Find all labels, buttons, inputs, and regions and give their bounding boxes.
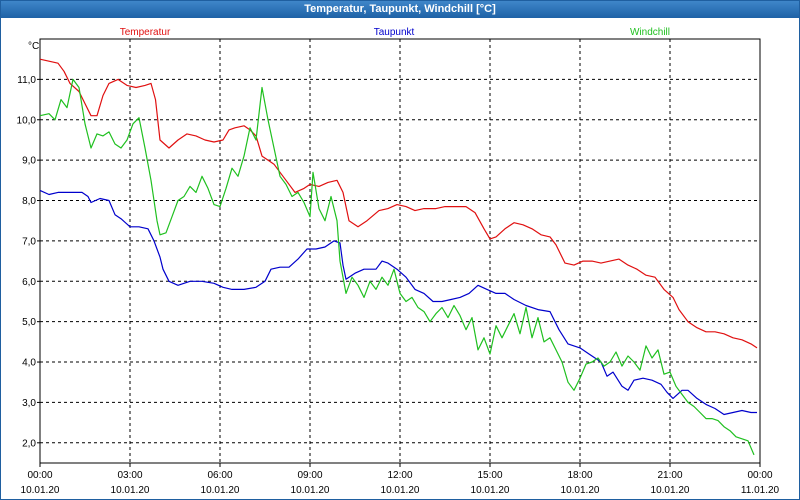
chart-window: Temperatur, Taupunkt, Windchill [°C] 2,0… [0,0,800,500]
y-tick-label: 2,0 [22,438,36,449]
x-tick-time: 06:00 [207,470,232,481]
x-tick-time: 00:00 [747,470,772,481]
x-tick-date: 10.01.20 [201,485,240,496]
x-tick-date: 11.01.20 [741,485,780,496]
x-tick-date: 10.01.20 [21,485,60,496]
x-tick-time: 09:00 [297,470,322,481]
y-tick-label: 3,0 [22,398,36,409]
x-tick-date: 10.01.20 [471,485,510,496]
y-tick-label: 4,0 [22,358,36,369]
legend-temperatur: Temperatur [120,27,171,38]
y-tick-label: 5,0 [22,317,36,328]
x-tick-date: 10.01.20 [381,485,420,496]
y-tick-label: 6,0 [22,277,36,288]
y-tick-label: 11,0 [17,75,36,86]
x-tick-date: 10.01.20 [111,485,150,496]
x-tick-date: 10.01.20 [651,485,690,496]
series-line-temperatur [39,58,758,349]
x-tick-time: 03:00 [117,470,142,481]
series-line-taupunkt [39,189,757,416]
x-tick-time: 18:00 [567,470,592,481]
x-tick-time: 15:00 [477,470,502,481]
y-tick-label: 8,0 [22,196,36,207]
series-line-windchill [39,78,755,456]
y-tick-label: 9,0 [22,156,36,167]
y-tick-label: 7,0 [22,236,36,247]
x-tick-time: 21:00 [657,470,682,481]
legend-taupunkt: Taupunkt [374,27,415,38]
x-tick-time: 12:00 [387,470,412,481]
y-axis-label: °C [28,41,39,52]
line-chart: 2,0 3,0 4,0 5,0 6,0 7,0 8,0 9,0 10,0 11,0 00:00 10.… [17,27,780,496]
x-tick-date: 10.01.20 [291,485,330,496]
legend-windchill: Windchill [630,27,670,38]
y-tick-label: 10,0 [17,115,37,126]
x-tick-time: 00:00 [27,470,52,481]
x-tick-date: 10.01.20 [561,485,600,496]
